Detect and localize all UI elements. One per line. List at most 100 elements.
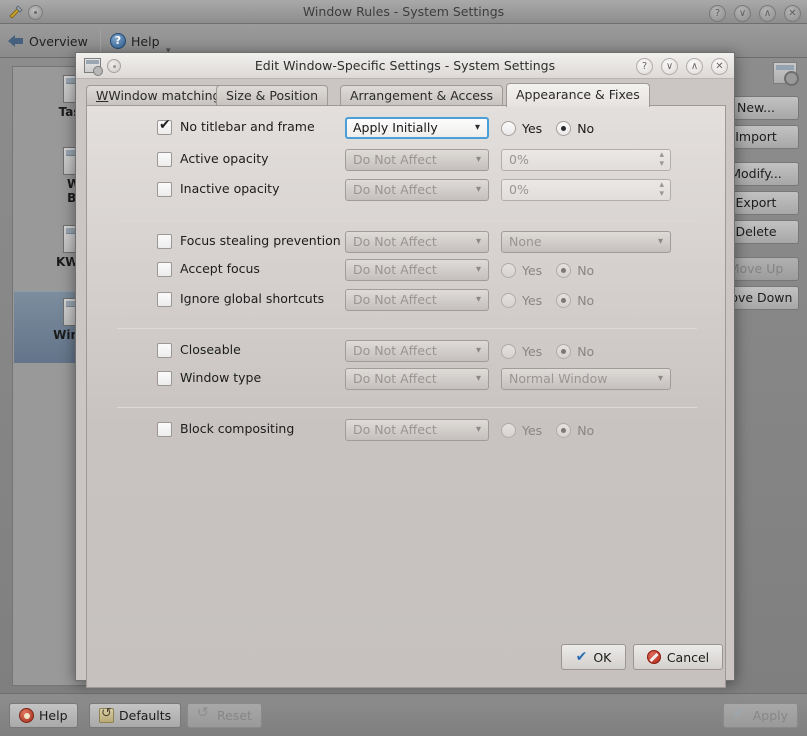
maximize-button[interactable]: ∧ <box>759 5 776 22</box>
radio-no <box>556 263 571 278</box>
chevron-down-icon: ▾ <box>658 369 663 389</box>
ignore-global-shortcuts-radio-group: Yes No <box>501 289 594 311</box>
chevron-down-icon: ▾ <box>476 150 481 170</box>
chevron-down-icon: ▾ <box>476 260 481 280</box>
block-compositing-label: Block compositing <box>180 421 294 436</box>
help-icon <box>19 708 34 723</box>
apply-label: Apply <box>753 708 788 723</box>
focus-stealing-prevention-label: Focus stealing prevention <box>180 233 341 248</box>
tab-label: Appearance & Fixes <box>516 87 640 102</box>
check-icon: ✔ <box>576 651 588 663</box>
inactive-opacity-checkbox[interactable] <box>157 182 172 197</box>
minimize-button[interactable]: ∨ <box>661 58 678 75</box>
tab-arrangement-access[interactable]: Arrangement & Access <box>340 85 503 106</box>
help-button[interactable]: ? <box>709 5 726 22</box>
dialog-titlebar[interactable]: Edit Window-Specific Settings - System S… <box>76 53 734 79</box>
window-type-value: Normal Window <box>509 371 608 386</box>
reset-button: Reset <box>187 703 262 728</box>
policy-value: Do Not Affect <box>353 343 437 358</box>
main-bottom-bar: Help Defaults Reset Apply <box>0 693 807 736</box>
active-opacity-policy-combo: Do Not Affect ▾ <box>345 149 489 171</box>
help-button[interactable]: ? <box>636 58 653 75</box>
radio-yes <box>501 293 516 308</box>
active-opacity-checkbox[interactable] <box>157 152 172 167</box>
help-button-bottom[interactable]: Help <box>9 703 78 728</box>
radio-no[interactable] <box>556 121 571 136</box>
main-window-title: Window Rules - System Settings <box>0 0 807 24</box>
edit-window-specific-settings-dialog: Edit Window-Specific Settings - System S… <box>75 52 735 681</box>
radio-no-label: No <box>577 293 594 308</box>
tab-appearance-fixes[interactable]: Appearance & Fixes <box>506 83 650 107</box>
tab-window-matching[interactable]: WWindow matching <box>86 85 231 106</box>
radio-yes <box>501 344 516 359</box>
row-no-titlebar-and-frame: No titlebar and frame Apply Initially ▾ … <box>87 116 725 140</box>
active-opacity-label: Active opacity <box>180 151 269 166</box>
radio-no-label: No <box>577 121 594 136</box>
closeable-label: Closeable <box>180 342 241 357</box>
spinner-arrows-icon: ▴▾ <box>659 151 664 169</box>
ok-label: OK <box>593 650 611 665</box>
closeable-radio-group: Yes No <box>501 340 594 362</box>
closeable-policy-combo: Do Not Affect ▾ <box>345 340 489 362</box>
row-block-compositing: Block compositing Do Not Affect ▾ Yes No <box>87 418 725 442</box>
dialog-window-buttons: ? ∨ ∧ ✕ <box>632 57 728 75</box>
group-separator-2 <box>117 328 697 329</box>
overview-button[interactable]: Overview <box>8 30 88 52</box>
no-titlebar-and-frame-policy-combo[interactable]: Apply Initially ▾ <box>345 117 489 139</box>
radio-yes-label: Yes <box>522 344 542 359</box>
group-separator-3 <box>117 407 697 408</box>
minimize-button[interactable]: ∨ <box>734 5 751 22</box>
policy-value: Do Not Affect <box>353 182 437 197</box>
row-active-opacity: Active opacity Do Not Affect ▾ 0% ▴▾ <box>87 148 725 172</box>
inactive-opacity-spinbox: 0% ▴▾ <box>501 179 671 201</box>
close-button[interactable]: ✕ <box>784 5 801 22</box>
row-accept-focus: Accept focus Do Not Affect ▾ Yes No <box>87 258 725 282</box>
row-inactive-opacity: Inactive opacity Do Not Affect ▾ 0% ▴▾ <box>87 178 725 202</box>
apply-check-icon <box>733 710 748 722</box>
tab-size-position[interactable]: Size & Position <box>216 85 328 106</box>
radio-yes[interactable] <box>501 121 516 136</box>
radio-no-label: No <box>577 423 594 438</box>
chevron-down-icon: ▾ <box>658 232 663 252</box>
accept-focus-policy-combo: Do Not Affect ▾ <box>345 259 489 281</box>
closeable-checkbox[interactable] <box>157 343 172 358</box>
help-button-toolbar[interactable]: ? Help <box>110 30 160 52</box>
reset-label: Reset <box>217 708 252 723</box>
overview-label: Overview <box>29 34 88 49</box>
tab-label: Window matching <box>97 88 220 103</box>
focus-stealing-prevention-checkbox[interactable] <box>157 234 172 249</box>
block-compositing-policy-combo: Do Not Affect ▾ <box>345 419 489 441</box>
maximize-button[interactable]: ∧ <box>686 58 703 75</box>
radio-yes <box>501 423 516 438</box>
policy-value: Do Not Affect <box>353 371 437 386</box>
group-separator-1 <box>117 220 697 221</box>
defaults-label: Defaults <box>119 708 171 723</box>
toolbar-separator <box>100 28 101 54</box>
main-window-titlebar[interactable]: Window Rules - System Settings ? ∨ ∧ ✕ <box>0 0 807 24</box>
ignore-global-shortcuts-checkbox[interactable] <box>157 292 172 307</box>
radio-no <box>556 344 571 359</box>
policy-value: Do Not Affect <box>353 262 437 277</box>
radio-no <box>556 293 571 308</box>
radio-no <box>556 423 571 438</box>
radio-no-label: No <box>577 263 594 278</box>
radio-yes-label: Yes <box>522 423 542 438</box>
window-type-checkbox[interactable] <box>157 371 172 386</box>
cancel-button[interactable]: Cancel <box>633 644 723 670</box>
no-titlebar-and-frame-label: No titlebar and frame <box>180 119 315 134</box>
close-button[interactable]: ✕ <box>711 58 728 75</box>
accept-focus-checkbox[interactable] <box>157 262 172 277</box>
tab-label: Arrangement & Access <box>350 88 493 103</box>
focus-stealing-prevention-value-combo: None ▾ <box>501 231 671 253</box>
block-compositing-checkbox[interactable] <box>157 422 172 437</box>
window-type-value-combo: Normal Window ▾ <box>501 368 671 390</box>
defaults-button[interactable]: Defaults <box>89 703 181 728</box>
ok-button[interactable]: ✔ OK <box>561 644 626 670</box>
help-label: Help <box>131 34 160 49</box>
active-opacity-spinbox: 0% ▴▾ <box>501 149 671 171</box>
main-window-buttons: ? ∨ ∧ ✕ <box>705 4 801 21</box>
radio-yes-label: Yes <box>522 293 542 308</box>
defaults-icon <box>99 708 114 723</box>
radio-no-label: No <box>577 344 594 359</box>
no-titlebar-and-frame-checkbox[interactable] <box>157 120 172 135</box>
